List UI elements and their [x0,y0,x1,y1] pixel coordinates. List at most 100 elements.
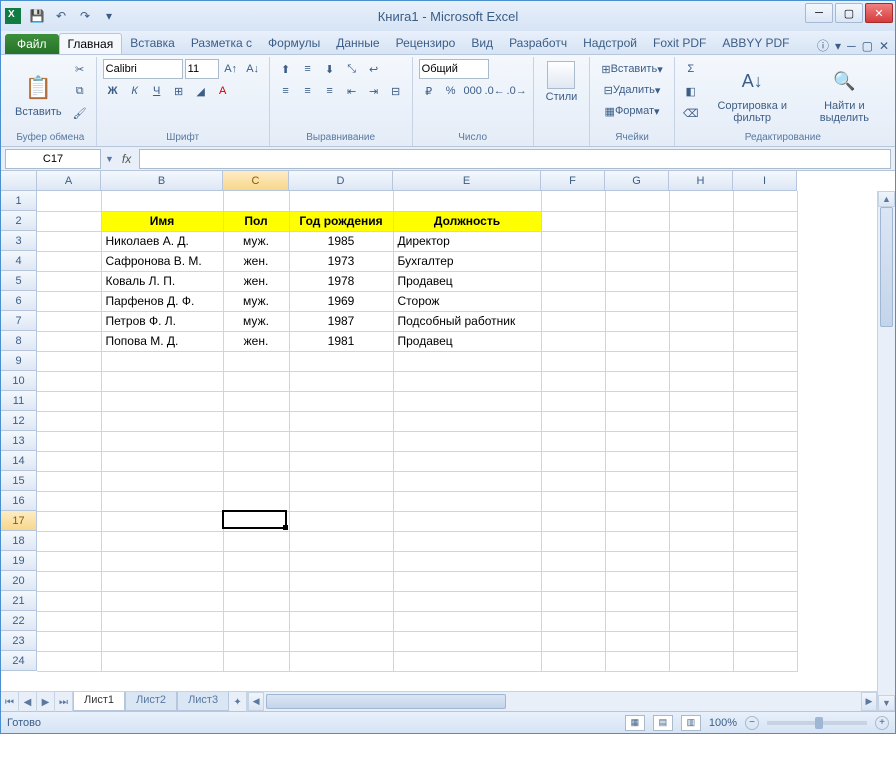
row-header[interactable]: 10 [1,371,37,391]
cell[interactable] [669,491,733,511]
cell[interactable] [101,551,223,571]
cell[interactable] [37,651,101,671]
row-header[interactable]: 1 [1,191,37,211]
cell[interactable] [541,391,605,411]
cell[interactable] [37,391,101,411]
page-layout-view-button[interactable]: ▤ [653,715,673,731]
cell[interactable]: Должность [393,211,541,231]
cell[interactable] [101,471,223,491]
minimize-ribbon-icon[interactable]: ▾ [835,39,841,53]
row-header[interactable]: 5 [1,271,37,291]
cell[interactable] [289,431,393,451]
cell[interactable] [223,571,289,591]
fill-button[interactable]: ◧ [681,81,701,101]
column-header[interactable]: I [733,171,797,191]
cell[interactable] [605,291,669,311]
sheet-tab[interactable]: Лист2 [125,692,177,711]
cell[interactable] [223,371,289,391]
ribbon-tab[interactable]: Foxit PDF [645,33,714,54]
cell[interactable] [289,651,393,671]
cell[interactable]: Сторож [393,291,541,311]
column-header[interactable]: A [37,171,101,191]
vertical-scroll-thumb[interactable] [880,207,893,327]
cell[interactable] [223,451,289,471]
underline-button[interactable]: Ч [147,81,167,101]
cell[interactable] [37,371,101,391]
cell[interactable] [733,451,797,471]
cell[interactable] [541,231,605,251]
cell[interactable] [393,431,541,451]
cell[interactable] [541,511,605,531]
redo-button[interactable]: ↷ [75,6,95,26]
cell[interactable] [541,631,605,651]
cell[interactable] [37,471,101,491]
scroll-up-arrow-icon[interactable]: ▲ [878,191,895,207]
cell[interactable] [289,451,393,471]
cell[interactable] [669,511,733,531]
cell[interactable] [37,431,101,451]
cell[interactable] [669,231,733,251]
cell[interactable] [393,451,541,471]
row-header[interactable]: 9 [1,351,37,371]
cell[interactable] [541,351,605,371]
cell[interactable] [223,191,289,211]
cell[interactable] [605,611,669,631]
align-left-button[interactable]: ≡ [276,81,296,101]
cell[interactable] [289,511,393,531]
cell[interactable] [101,411,223,431]
cell[interactable] [733,311,797,331]
cell[interactable] [669,371,733,391]
font-name-select[interactable] [103,59,183,79]
row-header[interactable]: 6 [1,291,37,311]
align-top-button[interactable]: ⬆ [276,59,296,79]
cell[interactable] [101,431,223,451]
row-header[interactable]: 3 [1,231,37,251]
find-select-button[interactable]: 🔍 Найти и выделить [804,59,885,131]
cell[interactable] [733,531,797,551]
cell[interactable] [393,351,541,371]
cell[interactable]: муж. [223,231,289,251]
sheet-last-button[interactable]: ⏭ [55,692,73,712]
maximize-button[interactable]: ▢ [835,3,863,23]
undo-button[interactable]: ↶ [51,6,71,26]
sheet-tab[interactable]: Лист1 [73,692,125,711]
cell[interactable] [393,551,541,571]
cell[interactable]: жен. [223,251,289,271]
row-header[interactable]: 8 [1,331,37,351]
cell[interactable] [669,571,733,591]
delete-cells-button[interactable]: ⊟ Удалить ▾ [596,80,667,100]
cell[interactable]: Попова М. Д. [101,331,223,351]
cell[interactable] [223,611,289,631]
cell[interactable] [101,531,223,551]
cell[interactable]: 1985 [289,231,393,251]
cell[interactable] [605,211,669,231]
name-box-dropdown-icon[interactable]: ▼ [105,154,114,164]
cell[interactable] [669,411,733,431]
row-header[interactable]: 7 [1,311,37,331]
cell[interactable] [669,291,733,311]
cell[interactable] [541,191,605,211]
cell[interactable] [541,411,605,431]
cell[interactable] [605,311,669,331]
cell[interactable] [37,631,101,651]
row-header[interactable]: 16 [1,491,37,511]
cell[interactable]: Продавец [393,271,541,291]
cell[interactable] [669,431,733,451]
cell[interactable]: Парфенов Д. Ф. [101,291,223,311]
align-middle-button[interactable]: ≡ [298,59,318,79]
cell[interactable] [37,571,101,591]
cell[interactable] [101,591,223,611]
ribbon-tab[interactable]: Формулы [260,33,328,54]
cell[interactable]: Николаев А. Д. [101,231,223,251]
cell[interactable] [605,271,669,291]
autosum-button[interactable]: Σ [681,59,701,79]
cell[interactable] [223,651,289,671]
cell[interactable] [605,471,669,491]
sheet-prev-button[interactable]: ◀ [19,692,37,712]
cell[interactable] [541,211,605,231]
column-header[interactable]: F [541,171,605,191]
cell[interactable] [669,331,733,351]
row-header[interactable]: 4 [1,251,37,271]
cell[interactable] [733,411,797,431]
cell[interactable] [541,551,605,571]
